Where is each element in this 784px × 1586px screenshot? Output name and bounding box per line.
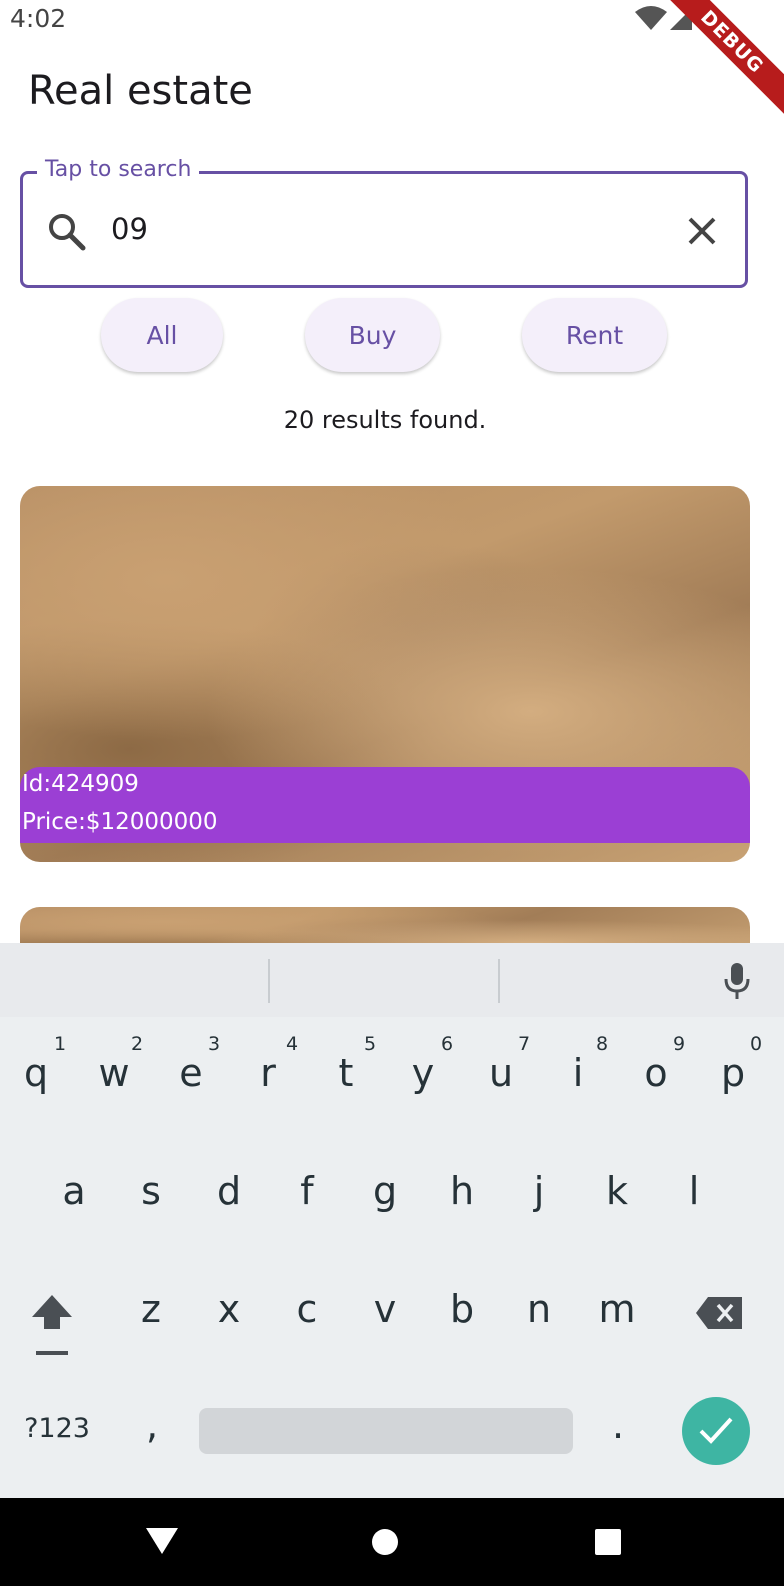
status-time: 4:02 — [10, 4, 67, 33]
enter-key[interactable] — [682, 1397, 750, 1465]
key-c[interactable]: c — [277, 1287, 337, 1331]
search-icon — [49, 214, 86, 251]
shift-icon[interactable] — [28, 1291, 76, 1355]
key-i[interactable]: i — [548, 1051, 608, 1095]
search-input[interactable] — [111, 212, 631, 246]
key-b[interactable]: b — [432, 1287, 492, 1331]
key-l[interactable]: l — [664, 1169, 724, 1213]
key-a[interactable]: a — [44, 1169, 104, 1213]
clear-icon[interactable] — [685, 214, 719, 248]
keyboard: 1 2 3 4 5 6 7 8 9 0 q w e r t y u i o p … — [0, 943, 784, 1498]
search-field[interactable]: Tap to search — [20, 157, 748, 288]
wifi-icon — [635, 6, 667, 30]
key-j[interactable]: j — [509, 1169, 569, 1213]
suggestion-divider — [268, 959, 270, 1003]
microphone-icon[interactable] — [722, 961, 752, 1001]
listing-price: Price:$12000000 — [22, 809, 218, 835]
recents-icon[interactable] — [594, 1528, 622, 1556]
key-n[interactable]: n — [509, 1287, 569, 1331]
key-r[interactable]: r — [238, 1051, 298, 1095]
listing-id: Id:424909 — [22, 771, 139, 797]
key-e[interactable]: e — [161, 1051, 221, 1095]
key-t[interactable]: t — [316, 1051, 376, 1095]
listing-card[interactable]: Id:424909 Price:$12000000 — [20, 486, 750, 862]
key-p[interactable]: p — [703, 1051, 763, 1095]
key-z[interactable]: z — [121, 1287, 181, 1331]
backspace-icon[interactable] — [696, 1297, 742, 1329]
home-icon[interactable] — [371, 1528, 399, 1556]
page-title: Real estate — [28, 68, 253, 114]
filter-chip-all[interactable]: All — [101, 298, 223, 372]
key-y[interactable]: y — [393, 1051, 453, 1095]
key-x[interactable]: x — [199, 1287, 259, 1331]
suggestion-divider — [498, 959, 500, 1003]
key-u[interactable]: u — [471, 1051, 531, 1095]
key-d[interactable]: d — [199, 1169, 259, 1213]
period-key[interactable]: . — [588, 1403, 648, 1447]
key-k[interactable]: k — [587, 1169, 647, 1213]
results-count: 20 results found. — [283, 406, 487, 434]
space-key[interactable] — [199, 1408, 573, 1454]
filter-chip-rent[interactable]: Rent — [522, 298, 667, 372]
symbols-key[interactable]: ?123 — [22, 1413, 92, 1444]
key-f[interactable]: f — [277, 1169, 337, 1213]
key-q[interactable]: q — [6, 1051, 66, 1095]
navigation-bar — [0, 1498, 784, 1586]
back-icon[interactable] — [146, 1526, 178, 1556]
suggestion-bar — [0, 943, 784, 1017]
key-s[interactable]: s — [121, 1169, 181, 1213]
comma-key[interactable]: , — [122, 1403, 182, 1447]
checkmark-icon — [699, 1417, 733, 1444]
listing-info: Id:424909 Price:$12000000 — [20, 767, 750, 843]
key-o[interactable]: o — [626, 1051, 686, 1095]
key-m[interactable]: m — [587, 1287, 647, 1331]
key-w[interactable]: w — [84, 1051, 144, 1095]
keys-area: 1 2 3 4 5 6 7 8 9 0 q w e r t y u i o p … — [0, 1017, 784, 1498]
filter-chip-buy[interactable]: Buy — [305, 298, 440, 372]
key-g[interactable]: g — [355, 1169, 415, 1213]
key-h[interactable]: h — [432, 1169, 492, 1213]
search-label: Tap to search — [37, 157, 200, 182]
key-v[interactable]: v — [355, 1287, 415, 1331]
